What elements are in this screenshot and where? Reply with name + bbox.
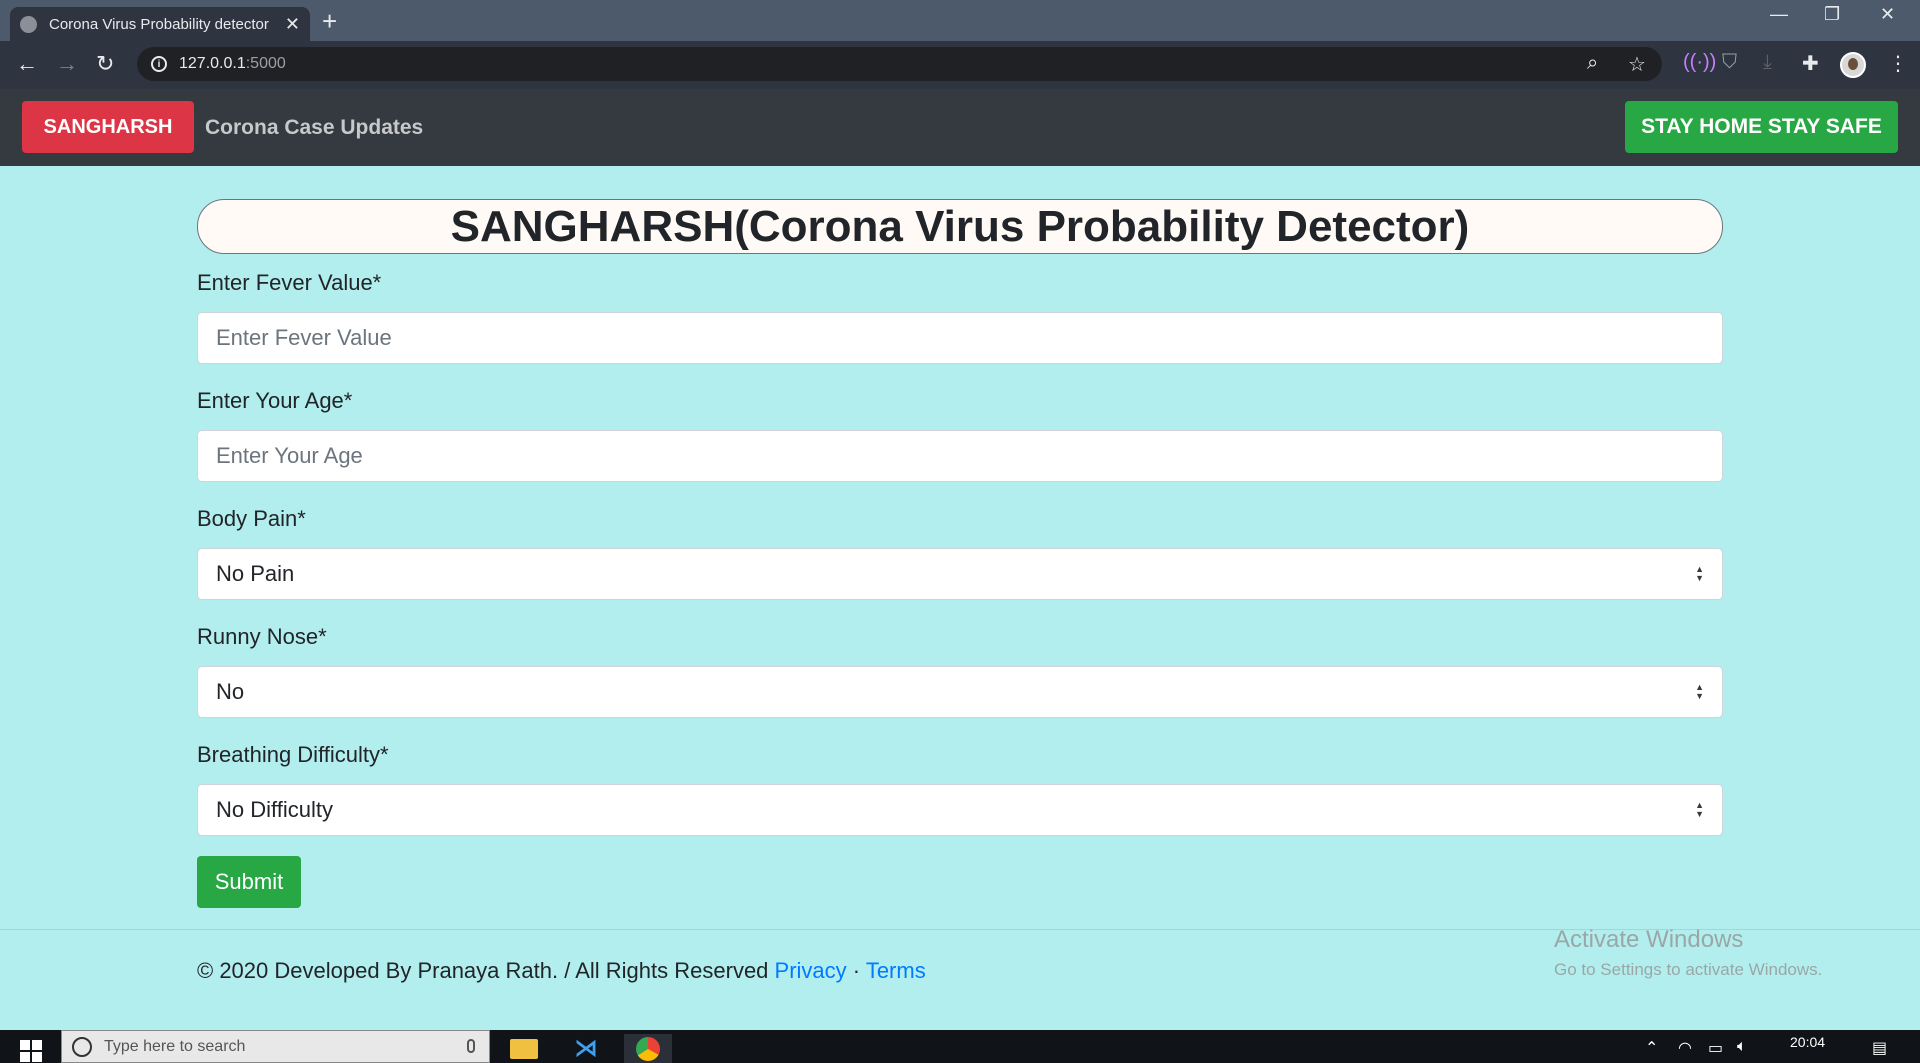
extension-cast-icon[interactable]: ((·)) <box>1683 51 1716 74</box>
menu-kebab-icon[interactable]: ⋮ <box>1888 51 1908 76</box>
watermark-subtitle: Go to Settings to activate Windows. <box>1554 960 1823 979</box>
zoom-icon[interactable]: ⌕ <box>1587 52 1598 75</box>
browser-titlebar: Corona Virus Probability detector ✕ + — … <box>0 0 1920 41</box>
breathing-label: Breathing Difficulty* <box>197 742 389 767</box>
close-tab-icon[interactable]: ✕ <box>285 14 300 35</box>
browser-toolbar: ← → ↻ i 127.0.0.1 :5000 ⌕ ☆ ((·)) ⛉ ⤓ ✚ … <box>0 41 1920 89</box>
tab-title: Corona Virus Probability detector <box>49 15 269 33</box>
breathing-group: Breathing Difficulty* No Difficulty ▲ ▼ <box>197 741 1723 836</box>
new-tab-icon[interactable]: + <box>322 6 337 37</box>
age-label: Enter Your Age* <box>197 388 353 413</box>
age-input[interactable]: Enter Your Age <box>197 430 1723 482</box>
windows-start-icon[interactable] <box>20 1040 42 1062</box>
restore-icon[interactable]: ❐ <box>1824 4 1840 25</box>
wifi-icon[interactable]: ◠ <box>1678 1038 1692 1058</box>
download-icon[interactable]: ⤓ <box>1763 51 1772 74</box>
bookmark-star-icon[interactable]: ☆ <box>1628 52 1646 77</box>
body-pain-label: Body Pain* <box>197 506 306 531</box>
age-group: Enter Your Age* Enter Your Age <box>197 387 1723 482</box>
submit-button[interactable]: Submit <box>197 856 301 908</box>
breathing-value: No Difficulty <box>216 797 333 822</box>
browser-tab[interactable]: Corona Virus Probability detector ✕ <box>10 7 310 41</box>
site-navbar: SANGHARSH Corona Case Updates STAY HOME … <box>0 89 1920 166</box>
forward-icon[interactable]: → <box>56 51 78 77</box>
close-window-icon[interactable]: ✕ <box>1880 4 1895 25</box>
body-pain-value: No Pain <box>216 561 295 586</box>
stay-home-button[interactable]: STAY HOME STAY SAFE <box>1625 101 1898 153</box>
breathing-select[interactable]: No Difficulty ▲ ▼ <box>197 784 1723 836</box>
footer-copyright: © 2020 Developed By Pranaya Rath. / All … <box>197 958 775 983</box>
address-bar[interactable]: i 127.0.0.1 :5000 ⌕ ☆ <box>137 47 1662 81</box>
extensions-puzzle-icon[interactable]: ✚ <box>1802 51 1819 76</box>
fever-group: Enter Fever Value* Enter Fever Value <box>197 269 1723 364</box>
notifications-icon[interactable]: ▤ <box>1872 1038 1887 1058</box>
microphone-icon[interactable] <box>467 1039 475 1053</box>
select-updown-icon: ▲ ▼ <box>1695 800 1704 819</box>
taskbar-search-placeholder: Type here to search <box>104 1037 246 1055</box>
page-title-box: SANGHARSH(Corona Virus Probability Detec… <box>197 199 1723 254</box>
age-placeholder: Enter Your Age <box>216 443 363 468</box>
brand-button[interactable]: SANGHARSH <box>22 101 194 153</box>
globe-icon <box>20 15 37 33</box>
file-explorer-icon[interactable] <box>500 1034 548 1063</box>
volume-icon[interactable]: 🔈︎ <box>1737 1038 1747 1056</box>
fever-input[interactable]: Enter Fever Value <box>197 312 1723 364</box>
footer-separator: · <box>846 958 866 983</box>
reload-icon[interactable]: ↻ <box>96 51 114 77</box>
site-info-icon[interactable]: i <box>151 56 167 72</box>
fever-label: Enter Fever Value* <box>197 270 382 295</box>
url-host: 127.0.0.1 <box>179 55 246 72</box>
body-pain-group: Body Pain* No Pain ▲ ▼ <box>197 505 1723 600</box>
cortana-icon <box>72 1036 92 1057</box>
terms-link[interactable]: Terms <box>866 958 926 983</box>
minimize-icon[interactable]: — <box>1770 4 1788 25</box>
footer: © 2020 Developed By Pranaya Rath. / All … <box>197 958 926 984</box>
runny-nose-group: Runny Nose* No ▲ ▼ <box>197 623 1723 718</box>
fever-placeholder: Enter Fever Value <box>216 325 392 350</box>
extension-shield-icon[interactable]: ⛉ <box>1722 51 1737 74</box>
corona-updates-link[interactable]: Corona Case Updates <box>205 116 423 140</box>
tray-chevron-icon[interactable]: ⌃ <box>1645 1038 1658 1058</box>
chrome-icon[interactable] <box>624 1034 672 1063</box>
url-port: :5000 <box>245 55 286 72</box>
activate-windows-watermark: Activate Windows Go to Settings to activ… <box>1554 926 1822 980</box>
watermark-title: Activate Windows <box>1554 926 1744 953</box>
runny-nose-label: Runny Nose* <box>197 624 327 649</box>
select-updown-icon: ▲ ▼ <box>1695 682 1704 701</box>
profile-avatar[interactable] <box>1840 52 1866 78</box>
privacy-link[interactable]: Privacy <box>775 958 847 983</box>
taskbar-clock[interactable]: 20:04 <box>1790 1034 1825 1050</box>
taskbar-search[interactable]: Type here to search <box>61 1030 490 1063</box>
battery-icon[interactable]: ▭ <box>1708 1038 1723 1058</box>
windows-taskbar: Type here to search ⋊ ⌃ ◠ ▭ 🔈︎ 20:04 ▤ <box>0 1030 1920 1063</box>
runny-nose-value: No <box>216 679 245 704</box>
runny-nose-select[interactable]: No ▲ ▼ <box>197 666 1723 718</box>
back-icon[interactable]: ← <box>16 51 38 77</box>
vscode-icon[interactable]: ⋊ <box>562 1034 610 1063</box>
detector-form: SANGHARSH(Corona Virus Probability Detec… <box>197 199 1723 908</box>
select-updown-icon: ▲ ▼ <box>1695 564 1704 583</box>
page-title: SANGHARSH(Corona Virus Probability Detec… <box>450 201 1470 251</box>
body-pain-select[interactable]: No Pain ▲ ▼ <box>197 548 1723 600</box>
